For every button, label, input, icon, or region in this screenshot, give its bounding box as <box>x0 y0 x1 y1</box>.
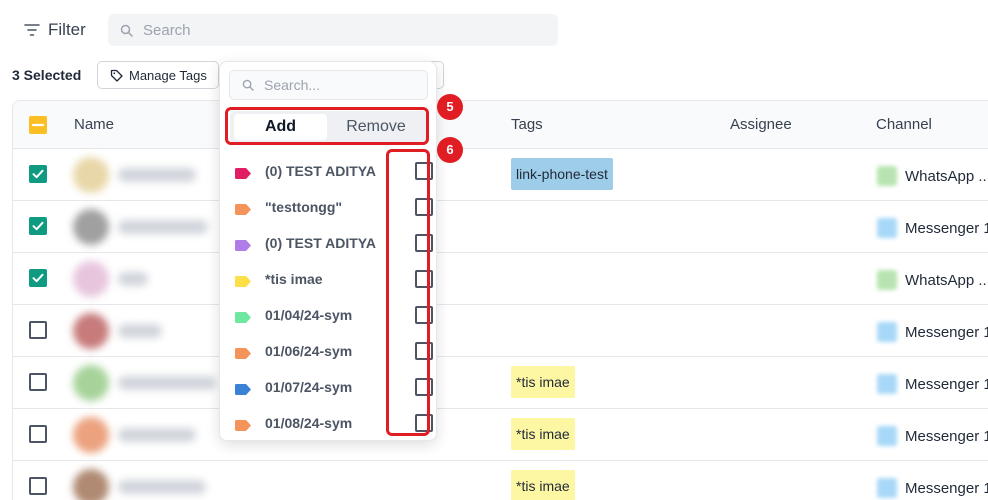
messenger-icon <box>877 374 897 394</box>
avatar <box>73 469 109 500</box>
contact-name-redacted <box>118 272 148 286</box>
column-header-name[interactable]: Name <box>74 116 114 133</box>
contacts-table: Name Tags Assignee Channel link-phone-te… <box>12 100 988 500</box>
tag-color-icon <box>235 202 251 215</box>
tag-badge: *tis imae <box>511 366 575 398</box>
channel-cell: Messenger 1 <box>877 478 988 498</box>
row-checkbox[interactable] <box>29 321 47 339</box>
contact-name-redacted <box>118 428 196 442</box>
contact-name-redacted <box>118 168 196 182</box>
tag-color-icon <box>235 238 251 251</box>
avatar <box>73 157 109 193</box>
avatar <box>73 417 109 453</box>
tag-color-icon <box>235 166 251 179</box>
search-icon <box>120 24 133 37</box>
column-header-channel[interactable]: Channel <box>876 116 932 133</box>
table-body: link-phone-test WhatsApp ... Messenger 1 Wh… <box>13 149 988 500</box>
table-row[interactable]: *tis imae Messenger 1 <box>13 357 988 409</box>
channel-cell: Messenger 1 <box>877 374 988 394</box>
channel-cell: WhatsApp ... <box>877 270 988 290</box>
channel-cell: Messenger 1 <box>877 218 988 238</box>
tag-search-input[interactable] <box>264 77 424 93</box>
channel-label: Messenger 1 <box>905 479 988 497</box>
step-badge-6: 6 <box>437 137 463 163</box>
avatar <box>73 209 109 245</box>
partial-icon <box>31 123 45 127</box>
select-all-checkbox[interactable] <box>29 116 47 134</box>
tag-color-icon <box>235 418 251 431</box>
channel-cell: WhatsApp ... <box>877 166 988 186</box>
contact-name-redacted <box>118 220 208 234</box>
channel-label: WhatsApp ... <box>905 271 988 289</box>
column-header-tags[interactable]: Tags <box>511 116 543 133</box>
add-remove-highlight <box>225 107 429 145</box>
tag-color-icon <box>235 382 251 395</box>
tag-option-label: "testtongg" <box>265 199 343 215</box>
messenger-icon <box>877 426 897 446</box>
filter-button[interactable]: Filter <box>24 18 86 42</box>
table-row[interactable]: link-phone-test WhatsApp ... <box>13 149 988 201</box>
channel-label: Messenger 1 <box>905 219 988 237</box>
tag-search-box <box>229 70 428 100</box>
step-badge-5: 5 <box>437 94 463 120</box>
filter-label: Filter <box>48 20 86 39</box>
tag-option-label: (0) TEST ADITYA <box>265 235 376 251</box>
column-header-assignee[interactable]: Assignee <box>730 116 792 133</box>
table-row[interactable]: Messenger 1 <box>13 201 988 253</box>
tag-color-icon <box>235 274 251 287</box>
channel-cell: Messenger 1 <box>877 322 988 342</box>
tag-option-label: *tis imae <box>265 271 323 287</box>
check-icon <box>32 221 44 231</box>
messenger-icon <box>877 218 897 238</box>
tag-color-icon <box>235 310 251 323</box>
search-box <box>108 14 558 46</box>
contact-name-redacted <box>118 376 216 390</box>
tag-option-label: (0) TEST ADITYA <box>265 163 376 179</box>
whatsapp-icon <box>877 270 897 290</box>
channel-label: Messenger 1 <box>905 427 988 445</box>
contact-name-redacted <box>118 480 206 494</box>
messenger-icon <box>877 322 897 342</box>
channel-cell: Messenger 1 <box>877 426 988 446</box>
contact-name-redacted <box>118 324 162 338</box>
selected-count: 3 Selected <box>12 67 82 83</box>
channel-label: Messenger 1 <box>905 375 988 393</box>
tag-option-label: 01/06/24-sym <box>265 343 353 359</box>
tag-checkboxes-highlight <box>386 149 430 436</box>
row-checkbox[interactable] <box>29 425 47 443</box>
check-icon <box>32 273 44 283</box>
check-icon <box>32 169 44 179</box>
row-checkbox[interactable] <box>29 165 47 183</box>
avatar <box>73 261 109 297</box>
row-checkbox[interactable] <box>29 269 47 287</box>
table-row[interactable]: WhatsApp ... <box>13 253 988 305</box>
avatar <box>73 365 109 401</box>
channel-label: Messenger 1 <box>905 323 988 341</box>
tag-color-icon <box>235 346 251 359</box>
manage-tags-label: Manage Tags <box>129 67 207 83</box>
tag-badge: *tis imae <box>511 418 575 450</box>
filter-icon <box>24 24 40 36</box>
tag-option-label: 01/08/24-sym <box>265 415 353 431</box>
table-row[interactable]: *tis imae Messenger 1 <box>13 409 988 461</box>
tag-badge: link-phone-test <box>511 158 613 190</box>
tag-option-label: 01/04/24-sym <box>265 307 353 323</box>
messenger-icon <box>877 478 897 498</box>
table-header: Name Tags Assignee Channel <box>13 101 988 149</box>
whatsapp-icon <box>877 166 897 186</box>
search-input[interactable] <box>143 21 523 39</box>
tag-option-label: 01/07/24-sym <box>265 379 353 395</box>
table-row[interactable]: Messenger 1 <box>13 305 988 357</box>
tag-badge: *tis imae <box>511 470 575 500</box>
table-row[interactable]: *tis imae Messenger 1 <box>13 461 988 500</box>
tag-icon <box>110 69 123 82</box>
search-icon <box>242 79 254 91</box>
row-checkbox[interactable] <box>29 477 47 495</box>
row-checkbox[interactable] <box>29 217 47 235</box>
avatar <box>73 313 109 349</box>
row-checkbox[interactable] <box>29 373 47 391</box>
manage-tags-button[interactable]: Manage Tags <box>97 61 219 89</box>
channel-label: WhatsApp ... <box>905 167 988 185</box>
